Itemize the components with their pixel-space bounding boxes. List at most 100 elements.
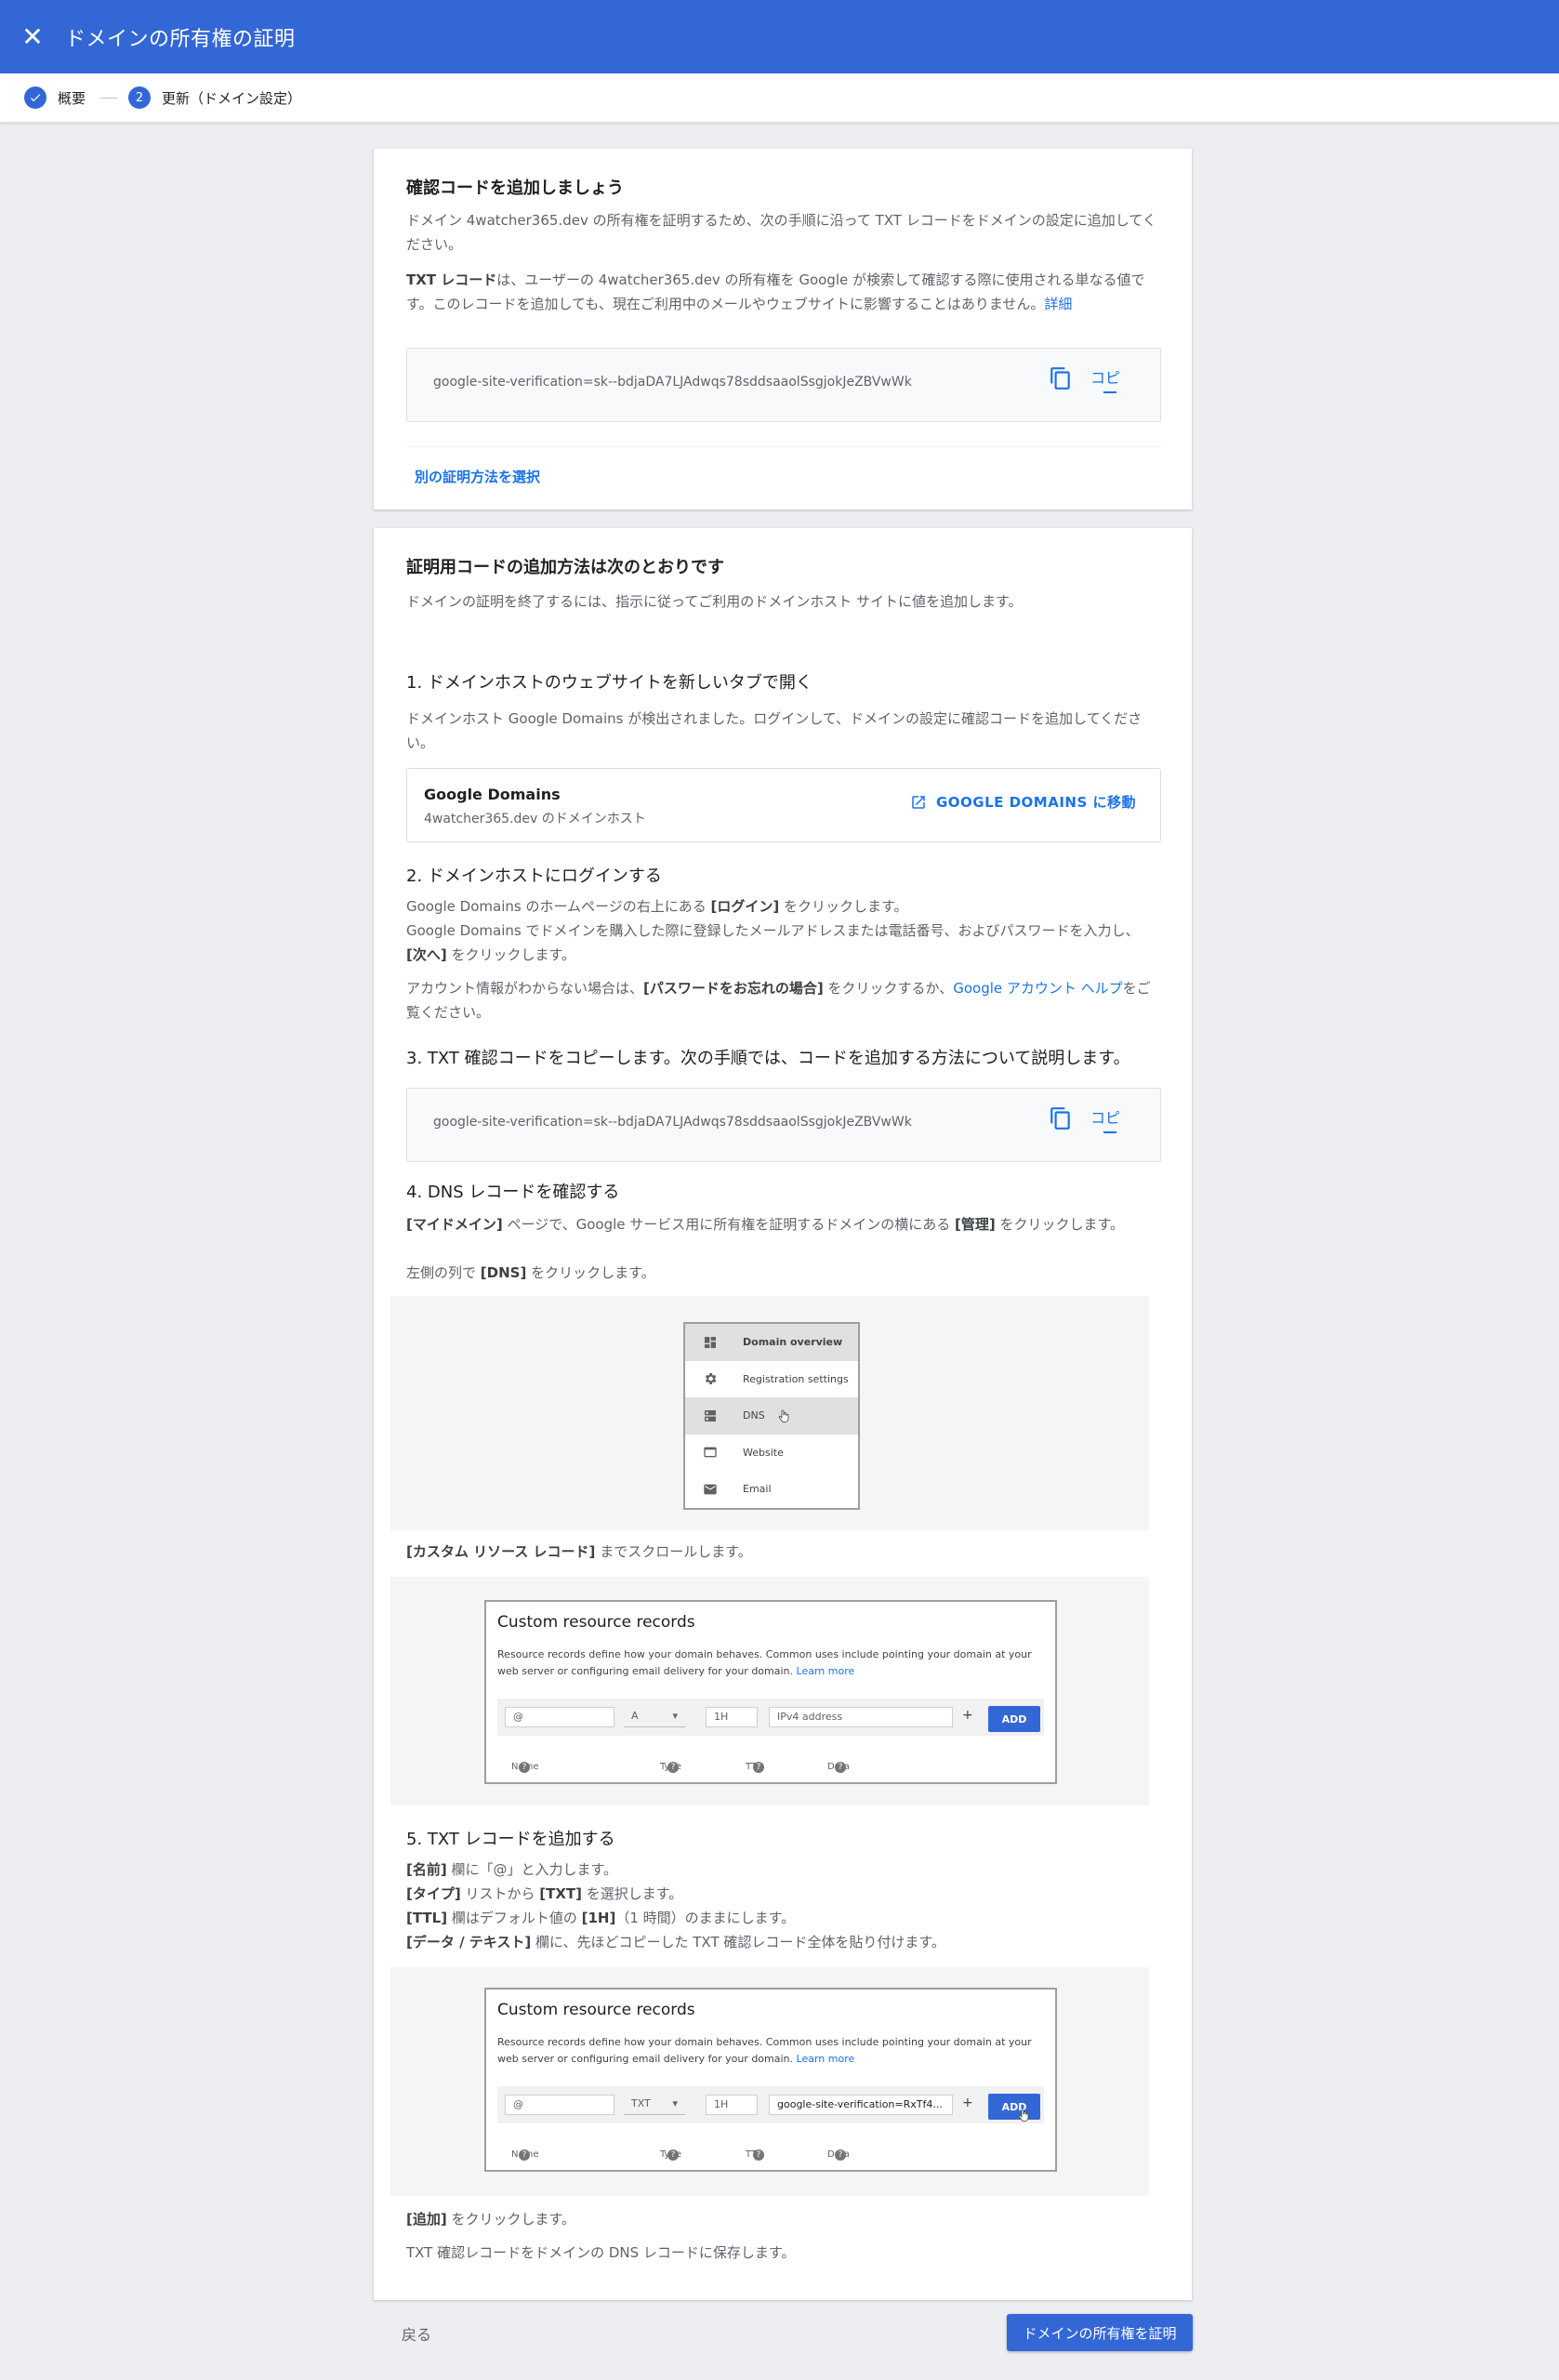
step4-line2-c: をクリックします。 <box>526 1264 655 1281</box>
custom-resource-term: [カスタム リソース レコード] <box>406 1543 596 1560</box>
copy-button[interactable]: コピ <box>1090 365 1120 393</box>
account-help-link[interactable]: Google アカウント ヘルプ <box>953 980 1122 997</box>
menu-label: Website <box>743 1446 784 1459</box>
step2-line2-a: Google Domains でドメインを購入した際に登録したメールアドレスまた… <box>406 922 1140 939</box>
crr-add-button: ADD <box>988 2094 1040 2120</box>
step2-line3: アカウント情報がわからない場合は、[パスワードをお忘れの場合] をクリックするか… <box>406 976 1159 1025</box>
page-title: ドメインの所有権の証明 <box>65 27 296 51</box>
data-text-term: [データ / テキスト] <box>406 1934 532 1950</box>
menu-email: Email <box>685 1471 858 1508</box>
step2-line1-c: をクリックします。 <box>779 898 908 915</box>
caret-down-icon: ▾ <box>672 2097 678 2109</box>
menu-label: Domain overview <box>743 1336 843 1349</box>
card2-title: 証明用コードの追加方法は次のとおりです <box>406 558 724 577</box>
host-sub: 4watcher365.dev のドメインホスト <box>424 812 646 826</box>
step5-l2-a: リストから <box>460 1885 540 1902</box>
crr-desc: Resource records define how your domain … <box>497 1646 1055 1680</box>
help-icon: ? <box>753 1762 764 1773</box>
goto-google-domains-button[interactable]: GOOGLE DOMAINS に移動 <box>910 792 1136 812</box>
app-header: ✕ ドメインの所有権の証明 <box>0 0 1559 73</box>
crr-image-1: Custom resource records Resource records… <box>484 1600 1057 1784</box>
help-icon: ? <box>519 2149 530 2161</box>
my-domain-term: [マイドメイン] <box>406 1216 503 1233</box>
copy-icon[interactable] <box>1049 1105 1075 1133</box>
manage-term: [管理] <box>955 1216 996 1233</box>
step5-line3: [TTL] 欄はデフォルト値の [1H]（1 時間）のままにします。 <box>406 1906 1159 1930</box>
step5-add-a: をクリックします。 <box>446 2211 575 2228</box>
card2-intro: ドメインの証明を終了するには、指示に従ってご利用のドメインホスト サイトに値を追… <box>406 593 1023 610</box>
step2-line1-a: Google Domains のホームページの右上にある <box>406 898 711 915</box>
verification-code-2[interactable]: google-site-verification=sk--bdjaDA7LJAd… <box>433 1115 912 1130</box>
crr-data-field: IPv4 address <box>769 1707 953 1727</box>
step5-add-line: [追加] をクリックします。 <box>406 2207 1159 2231</box>
crr-column-labels: Name? Type? TTL? Data? <box>511 1762 1032 1775</box>
crr-ttl-field: 1H <box>706 2095 758 2115</box>
dns-icon <box>705 1409 716 1421</box>
details-link[interactable]: 詳細 <box>1044 296 1072 312</box>
alt-method-link[interactable]: 別の証明方法を選択 <box>415 467 540 486</box>
plus-icon: + <box>962 2096 973 2110</box>
menu-website: Website <box>685 1435 858 1472</box>
step5-line4: [データ / テキスト] 欄に、先ほどコピーした TXT 確認レコード全体を貼り… <box>406 1930 1159 1954</box>
ttl-term: [TTL] <box>406 1910 448 1926</box>
divider <box>406 446 1161 447</box>
copy-button-2[interactable]: コピ <box>1090 1105 1120 1133</box>
help-icon: ? <box>835 2149 846 2161</box>
crr-learn-more: Learn more <box>796 2053 855 2065</box>
step4-scroll-line: [カスタム リソース レコード] までスクロールします。 <box>406 1540 1159 1564</box>
step-1-label: 概要 <box>58 89 86 107</box>
step2-line2: Google Domains でドメインを購入した際に登録したメールアドレスまた… <box>406 919 1159 967</box>
mail-icon <box>704 1484 717 1495</box>
menu-label: Email <box>743 1483 772 1496</box>
crr-title: Custom resource records <box>497 2001 695 2019</box>
crr-image-2: Custom resource records Resource records… <box>484 1988 1057 2172</box>
crr-screenshot-1: Custom resource records Resource records… <box>390 1577 1149 1805</box>
step5-l3-d: （1 時間）のままにします。 <box>615 1910 796 1926</box>
menu-label: DNS <box>743 1409 765 1422</box>
help-icon: ? <box>835 1762 846 1773</box>
verify-ownership-button[interactable]: ドメインの所有権を証明 <box>1007 2314 1193 2351</box>
step4-heading: 4. DNS レコードを確認する <box>406 1183 620 1202</box>
instructions-card: 証明用コードの追加方法は次のとおりです ドメインの証明を終了するには、指示に従っ… <box>374 528 1192 2300</box>
step2-heading: 2. ドメインホストにログインする <box>406 866 662 886</box>
verification-code[interactable]: google-site-verification=sk--bdjaDA7LJAd… <box>433 375 912 390</box>
dns-menu-image: Domain overview Registration settings DN… <box>683 1322 860 1510</box>
close-icon[interactable]: ✕ <box>0 0 65 73</box>
back-button[interactable]: 戻る <box>402 2322 431 2345</box>
host-name: Google Domains <box>424 786 561 803</box>
step-2-label: 更新（ドメイン設定） <box>162 89 302 107</box>
type-term: [タイプ] <box>406 1885 461 1902</box>
help-icon: ? <box>519 1762 530 1773</box>
menu-registration-settings: Registration settings <box>685 1361 858 1398</box>
card1-intro: ドメイン 4watcher365.dev の所有権を証明するため、次の手順に沿っ… <box>406 212 1156 253</box>
step4-line1-a: ページで、Google サービス用に所有権を証明するドメインの横にある <box>502 1216 956 1233</box>
hand-pointer-icon <box>1018 2109 1029 2122</box>
step5-line2: [タイプ] リストから [TXT] を選択します。 <box>406 1882 1159 1906</box>
copy-icon[interactable] <box>1049 365 1075 393</box>
forgot-password-term: [パスワードをお忘れの場合] <box>643 980 824 997</box>
step2-line3-c: をクリックするか、 <box>823 980 954 997</box>
crr-add-button: ADD <box>988 1706 1040 1732</box>
crr-title: Custom resource records <box>497 1613 695 1632</box>
menu-dns: DNS <box>685 1397 858 1435</box>
verification-code-box-2: google-site-verification=sk--bdjaDA7LJAd… <box>406 1088 1161 1162</box>
txt-explainer-text: は、ユーザーの 4watcher365.dev の所有権を Google が検索… <box>406 271 1145 312</box>
step2-line3-a: アカウント情報がわからない場合は、 <box>406 980 644 997</box>
crr-desc-text: Resource records define how your domain … <box>497 1648 1032 1677</box>
txt-record-term: TXT レコード <box>406 271 497 288</box>
step2-line2-c: をクリックします。 <box>446 946 575 963</box>
crr-desc-text: Resource records define how your domain … <box>497 2036 1032 2065</box>
crr-type-value: A <box>631 1710 639 1722</box>
step1-heading: 1. ドメインホストのウェブサイトを新しいタブで開く <box>406 673 813 693</box>
plus-icon: + <box>962 1708 973 1723</box>
card1-txt-explainer: TXT レコードは、ユーザーの 4watcher365.dev の所有権を Go… <box>406 268 1159 316</box>
help-icon: ? <box>753 2149 764 2161</box>
menu-label: Registration settings <box>743 1372 849 1385</box>
crr-data-field: google-site-verification=RxTf4... <box>769 2095 953 2115</box>
caret-down-icon: ▾ <box>672 1710 678 1722</box>
add-code-card: 確認コードを追加しましょう ドメイン 4watcher365.dev の所有権を… <box>374 149 1192 509</box>
dns-term: [DNS] <box>480 1264 527 1281</box>
step-2-number: 2 <box>128 86 152 109</box>
step2-line1: Google Domains のホームページの右上にある [ログイン] をクリッ… <box>406 894 1159 919</box>
step4-scroll-a: までスクロールします。 <box>595 1543 752 1560</box>
